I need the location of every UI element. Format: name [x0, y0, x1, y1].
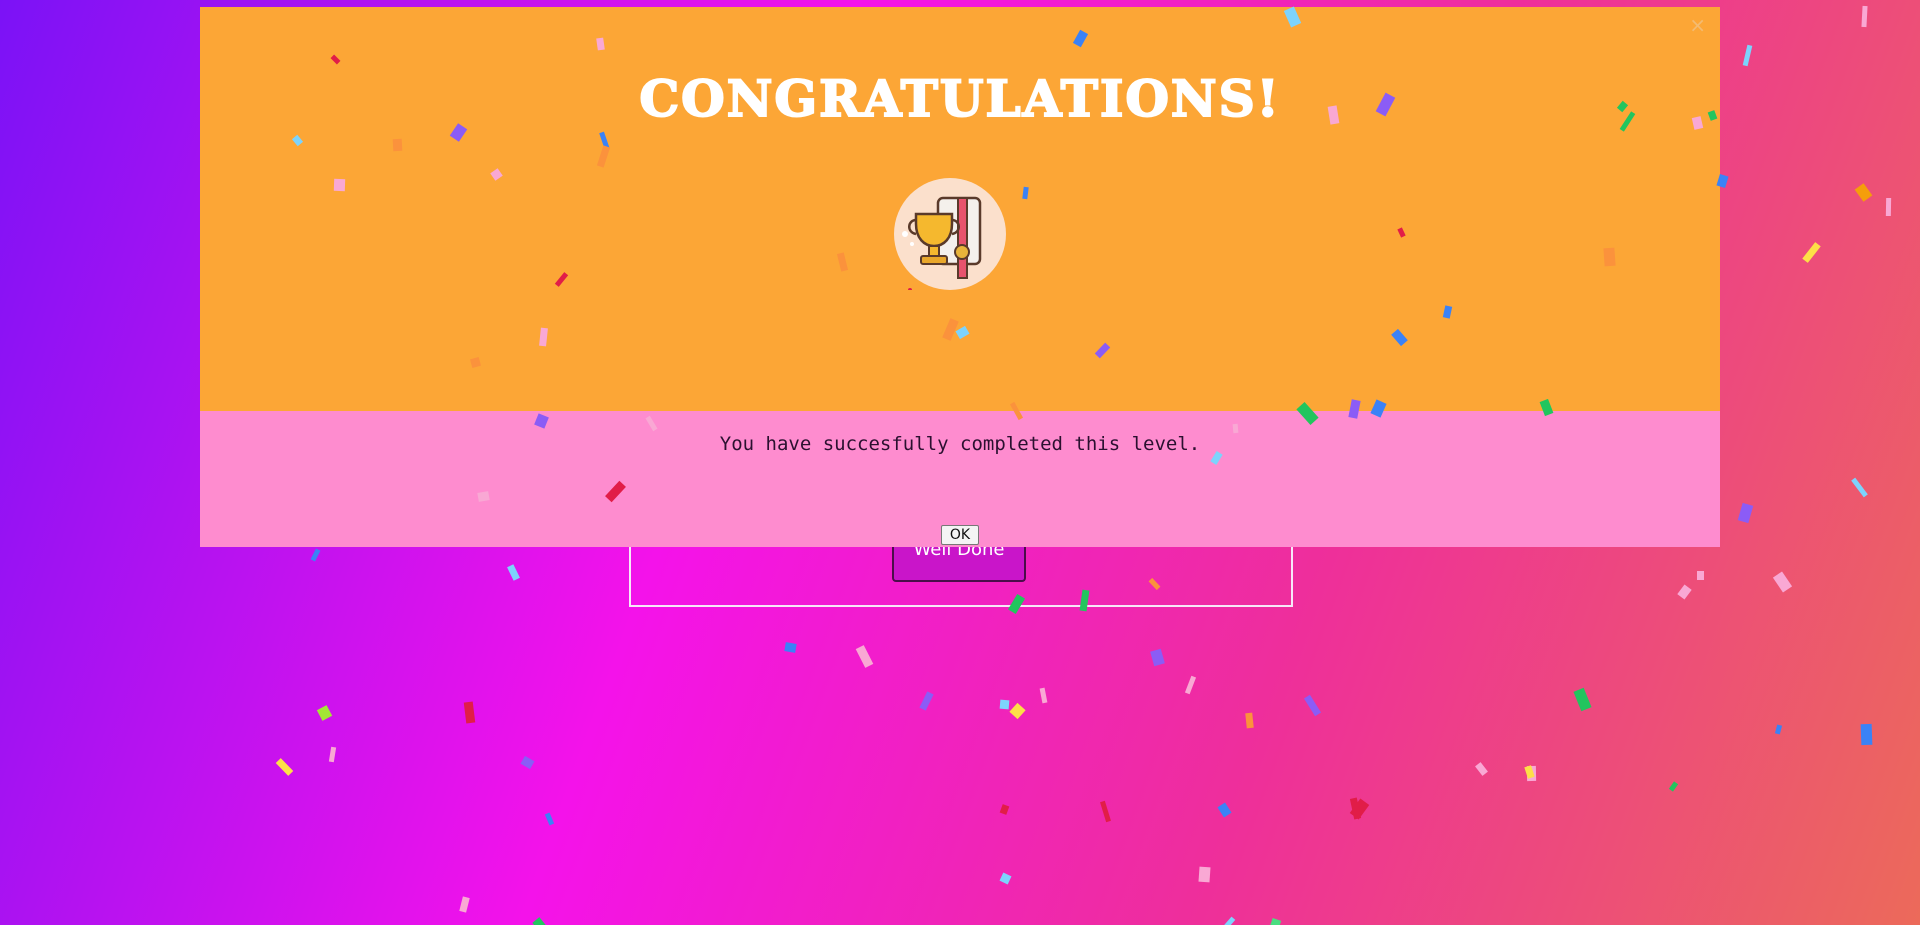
trophy-certificate-icon: [894, 178, 1006, 292]
modal-message: You have succesfully completed this leve…: [719, 433, 1201, 455]
close-icon[interactable]: ×: [1689, 13, 1706, 37]
congratulations-modal: × CONGRATULATIONS! You have succesfully …: [200, 7, 1720, 547]
modal-title: CONGRATULATIONS!: [638, 68, 1281, 129]
ok-button[interactable]: OK: [941, 525, 979, 545]
modal-header: × CONGRATULATIONS!: [200, 7, 1720, 411]
